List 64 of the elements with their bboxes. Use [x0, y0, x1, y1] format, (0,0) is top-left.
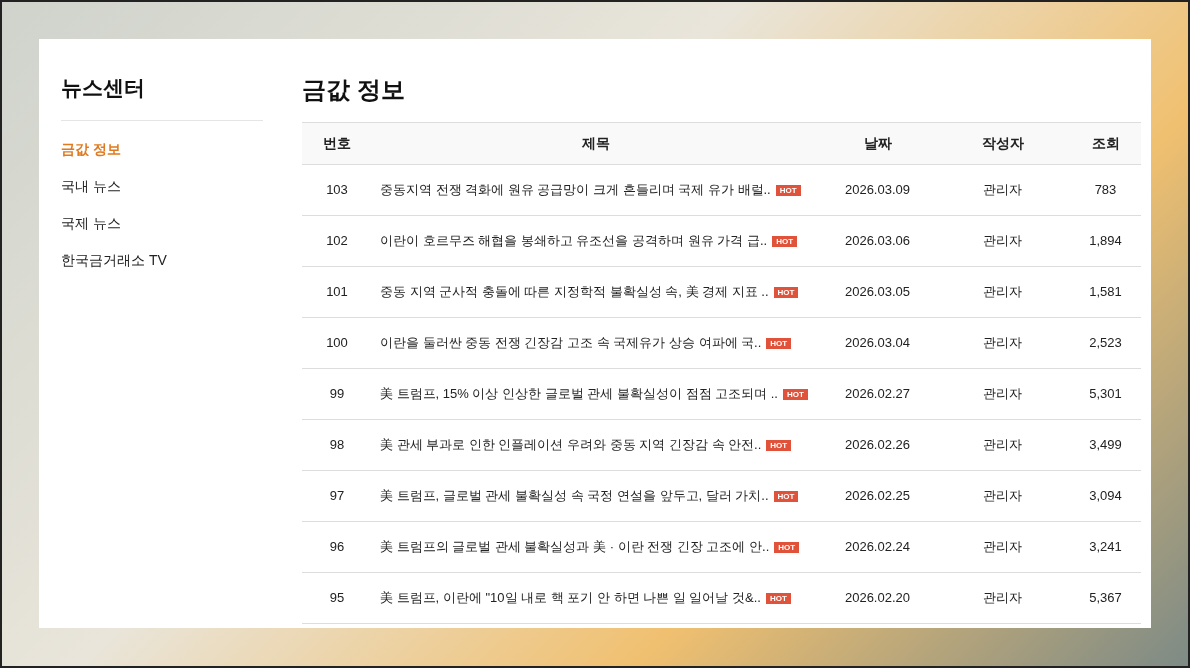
post-author: 관리자: [983, 386, 1022, 402]
post-number: 102: [326, 233, 348, 249]
hot-badge: HOT: [766, 337, 792, 349]
hot-badge: HOT: [773, 490, 799, 502]
view-count: 3,094: [1089, 488, 1122, 504]
page-title: 금값 정보: [302, 75, 406, 105]
post-author: 관리자: [983, 539, 1022, 555]
post-number: 103: [326, 182, 348, 198]
column-header: 날짜: [820, 122, 935, 165]
sidebar-link[interactable]: 한국금거래소 TV: [61, 249, 167, 271]
post-author: 관리자: [983, 488, 1022, 504]
post-date: 2026.03.09: [844, 182, 911, 198]
post-title-link[interactable]: 중동지역 전쟁 격화에 원유 공급망이 크게 흔들리며 국제 유가 배럴..: [380, 178, 771, 202]
post-date: 2026.02.25: [844, 488, 911, 504]
post-number: 97: [329, 488, 345, 504]
post-number: 95: [329, 590, 345, 606]
column-header: 조회: [1070, 122, 1141, 165]
post-title-link[interactable]: 美 관세 부과로 인한 인플레이션 우려와 중동 지역 긴장감 속 안전..: [380, 433, 762, 457]
post-date: 2026.02.20: [844, 590, 911, 606]
view-count: 1,581: [1089, 284, 1122, 300]
sidebar-title: 뉴스센터: [61, 72, 263, 121]
post-date: 2026.02.26: [844, 437, 911, 453]
hot-badge: HOT: [766, 439, 792, 451]
post-date: 2026.02.24: [844, 539, 911, 555]
view-count: 783: [1094, 182, 1117, 198]
post-number: 98: [329, 437, 345, 453]
post-date: 2026.02.27: [844, 386, 911, 402]
hot-badge: HOT: [775, 184, 801, 196]
hot-badge: HOT: [783, 388, 808, 400]
post-number: 99: [329, 386, 345, 402]
hot-badge: HOT: [765, 592, 791, 604]
post-number: 100: [326, 335, 348, 351]
view-count: 5,301: [1089, 386, 1122, 402]
post-title-link[interactable]: 美 트럼프, 글로벌 관세 불확실성 속 국정 연설을 앞두고, 달러 가치..: [380, 484, 769, 508]
sidebar-link[interactable]: 국내 뉴스: [61, 175, 121, 197]
post-title-link[interactable]: 美 트럼프, 15% 이상 인상한 글로벌 관세 불확실성이 점점 고조되며 ..: [380, 382, 778, 406]
post-number: 101: [326, 284, 348, 300]
post-author: 관리자: [983, 335, 1022, 351]
hot-badge: HOT: [773, 286, 799, 298]
post-date: 2026.03.04: [844, 335, 911, 351]
post-title-link[interactable]: 美 트럼프, 이란에 "10일 내로 핵 포기 안 하면 나쁜 일 일어날 것&..: [380, 586, 761, 610]
view-count: 3,241: [1089, 539, 1122, 555]
post-author: 관리자: [983, 182, 1022, 198]
post-author: 관리자: [983, 233, 1022, 249]
view-count: 5,367: [1089, 590, 1122, 606]
post-title-link[interactable]: 중동 지역 군사적 충돌에 따른 지정학적 불확실성 속, 美 경제 지표 ..: [380, 280, 769, 304]
post-title-link[interactable]: 이란을 둘러싼 중동 전쟁 긴장감 고조 속 국제유가 상승 여파에 국..: [380, 331, 762, 355]
post-author: 관리자: [983, 437, 1022, 453]
hot-badge: HOT: [774, 541, 800, 553]
hot-badge: HOT: [772, 235, 797, 247]
column-header: 제목: [372, 122, 820, 165]
post-author: 관리자: [983, 590, 1022, 606]
column-header: 작성자: [935, 122, 1070, 165]
view-count: 1,894: [1089, 233, 1122, 249]
post-date: 2026.03.05: [844, 284, 911, 300]
sidebar-link[interactable]: 국제 뉴스: [61, 212, 121, 234]
post-author: 관리자: [983, 284, 1022, 300]
post-title-link[interactable]: 美 트럼프의 글로벌 관세 불확실성과 美 · 이란 전쟁 긴장 고조에 안..: [380, 535, 770, 559]
post-date: 2026.03.06: [844, 233, 911, 249]
post-title-link[interactable]: 이란이 호르무즈 해협을 봉쇄하고 유조선을 공격하며 원유 가격 급..: [380, 229, 768, 253]
view-count: 3,499: [1089, 437, 1122, 453]
column-header: 번호: [302, 122, 372, 165]
post-number: 96: [329, 539, 345, 555]
view-count: 2,523: [1089, 335, 1122, 351]
